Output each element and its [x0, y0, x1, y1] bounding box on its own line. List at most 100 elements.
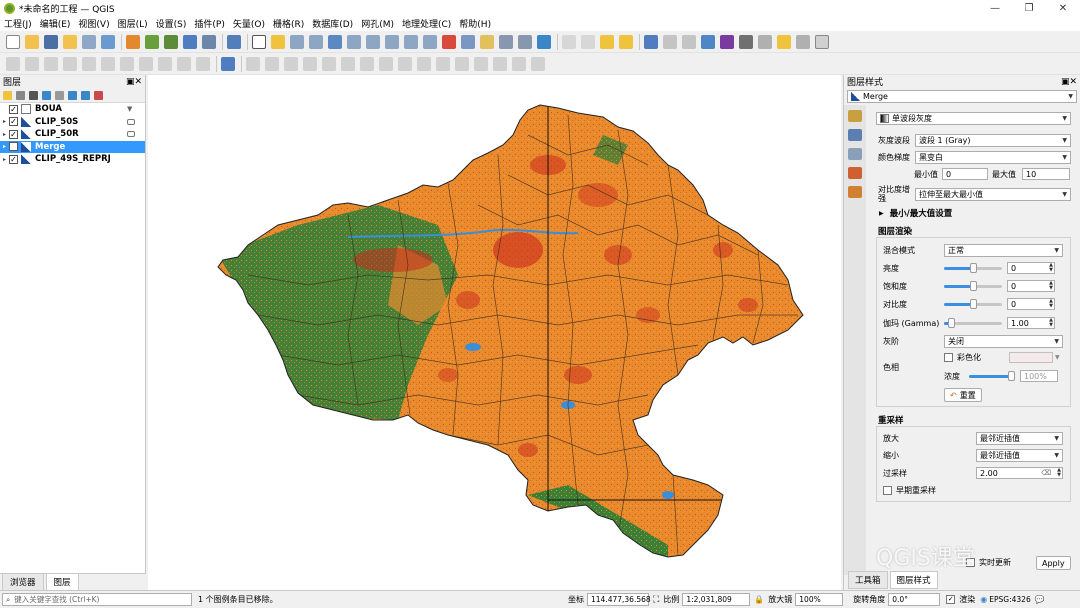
expander-icon[interactable]: ▸ — [0, 143, 9, 150]
filter-indicator-icon[interactable]: ▼ — [127, 105, 135, 113]
manage-visibility-icon[interactable] — [29, 90, 38, 100]
rotation-input[interactable]: 0.0° — [888, 593, 941, 606]
renderer-combo[interactable]: 单波段灰度 ▼ — [876, 112, 1071, 125]
digitize-icon[interactable] — [227, 34, 241, 49]
layer-item-boua[interactable]: ✓ BOUA ▼ — [0, 103, 145, 116]
map-render[interactable] — [148, 75, 841, 590]
layer-item-merge[interactable]: ▸ ✓ Merge — [0, 140, 145, 153]
oversampling-input[interactable]: 2.00 ⌫ ▲ ▼ — [976, 467, 1063, 479]
strength-input[interactable]: 100% — [1020, 370, 1058, 382]
select-features-icon[interactable] — [581, 34, 595, 49]
menu-project[interactable]: 工程(J) — [4, 17, 32, 30]
layer-visibility-checkbox[interactable]: ✓ — [9, 117, 18, 127]
menu-database[interactable]: 数据库(D) — [312, 17, 353, 30]
save-as-icon[interactable] — [63, 34, 77, 49]
deselect-icon[interactable] — [619, 34, 633, 49]
vertex-tool-icon[interactable] — [82, 56, 96, 71]
new-map-view-icon[interactable] — [442, 34, 456, 49]
collapse-all-icon[interactable] — [81, 90, 90, 100]
remove-layer-icon[interactable] — [94, 90, 103, 100]
add-csv-layer-icon[interactable] — [183, 34, 197, 49]
clear-icon[interactable]: ⌫ — [1041, 469, 1051, 477]
add-group-icon[interactable] — [16, 90, 25, 100]
new-3d-view-icon[interactable] — [461, 34, 475, 49]
add-raster-layer-icon[interactable] — [164, 34, 178, 49]
layer-visibility-checkbox[interactable]: ✓ — [9, 154, 18, 164]
minimize-button[interactable]: — — [978, 0, 1012, 16]
label-tool-icon[interactable] — [531, 56, 545, 71]
brightness-slider[interactable] — [944, 262, 1002, 274]
settings-gear-icon[interactable] — [796, 34, 810, 49]
tab-browser[interactable]: 浏览器 — [2, 573, 44, 590]
delete-ring-icon[interactable] — [436, 56, 450, 71]
layer-visibility-checkbox[interactable]: ✓ — [9, 104, 18, 114]
field-calculator-icon[interactable] — [682, 34, 696, 49]
crs-globe-icon[interactable]: ◉ — [980, 595, 987, 604]
layer-item-clip-50s[interactable]: ▸ ✓ CLIP_50S — [0, 116, 145, 129]
layer-item-clip-50r[interactable]: ▸ ✓ CLIP_50R — [0, 128, 145, 141]
layer-selector-combo[interactable]: Merge ▼ — [847, 90, 1077, 103]
show-bookmarks-icon[interactable] — [499, 34, 513, 49]
processing-toolbox-icon[interactable] — [701, 34, 715, 49]
save-edits-icon[interactable] — [44, 56, 58, 71]
database-icon[interactable] — [221, 56, 235, 71]
layer-styling-icon[interactable] — [3, 90, 12, 100]
undo-icon[interactable] — [177, 56, 191, 71]
data-source-manager-icon[interactable] — [126, 34, 140, 49]
tab-layer-styling[interactable]: 图层样式 — [889, 571, 938, 589]
layer-item-clip-49s-reprj[interactable]: ▸ ✓ CLIP_49S_REPRJ — [0, 153, 145, 166]
blend-mode-combo[interactable]: 正常 ▼ — [944, 244, 1063, 257]
saturation-input[interactable]: 0 ▲ ▼ — [1007, 280, 1055, 292]
zoomin-combo[interactable]: 最邻近插值 ▼ — [976, 432, 1063, 445]
expander-icon[interactable]: ▸ — [0, 156, 9, 163]
open-project-icon[interactable] — [25, 34, 39, 49]
symbology-tab-icon[interactable] — [848, 110, 862, 122]
saturation-slider[interactable] — [944, 280, 1002, 292]
add-vector-layer-icon[interactable] — [145, 34, 159, 49]
pan-hand-icon[interactable] — [252, 34, 266, 49]
reset-button[interactable]: ↶ 重置 — [944, 388, 982, 402]
tab-toolbox[interactable]: 工具箱 — [848, 571, 888, 589]
messages-icon[interactable]: 💬 — [1035, 595, 1045, 604]
lock-scale-icon[interactable]: 🔒 — [754, 595, 764, 604]
maximize-button[interactable]: ❐ — [1012, 0, 1046, 16]
attribute-table-icon[interactable] — [663, 34, 677, 49]
zoomout-combo[interactable]: 最邻近插值 ▼ — [976, 449, 1063, 462]
expander-icon[interactable]: ▸ — [0, 118, 9, 125]
max-value-input[interactable]: 10 — [1022, 168, 1070, 180]
copy-features-icon[interactable] — [139, 56, 153, 71]
new-project-icon[interactable] — [6, 34, 20, 49]
render-checkbox[interactable]: ✓ — [946, 595, 956, 604]
digitize-curve-icon[interactable] — [246, 56, 260, 71]
min-value-input[interactable]: 0 — [942, 168, 988, 180]
tab-layers[interactable]: 图层 — [45, 573, 79, 590]
filter-legend-icon[interactable] — [42, 90, 51, 100]
zoom-in-icon[interactable] — [290, 34, 304, 49]
layer-visibility-checkbox[interactable]: ✓ — [9, 142, 18, 152]
close-button[interactable]: ✕ — [1046, 0, 1080, 16]
zoom-last-icon[interactable] — [404, 34, 418, 49]
panel-close-icon[interactable]: ▣✕ — [126, 77, 142, 87]
bookmark-icon[interactable] — [480, 34, 494, 49]
strength-slider[interactable] — [969, 370, 1015, 382]
menu-settings[interactable]: 设置(S) — [156, 17, 187, 30]
edits-icon[interactable] — [6, 56, 20, 71]
color-gradient-combo[interactable]: 黑变白 ▼ — [915, 151, 1071, 164]
map-tips-icon[interactable] — [758, 34, 772, 49]
identify-icon[interactable] — [562, 34, 576, 49]
colorize-color-button[interactable] — [1009, 352, 1053, 363]
menu-help[interactable]: 帮助(H) — [459, 17, 491, 30]
contrast-slider[interactable] — [944, 298, 1002, 310]
split-features-icon[interactable] — [303, 56, 317, 71]
history-tab-icon[interactable] — [848, 186, 862, 198]
menu-processing[interactable]: 地理处理(C) — [402, 17, 451, 30]
save-project-icon[interactable] — [44, 34, 58, 49]
grayscale-combo[interactable]: 关闭 ▼ — [944, 335, 1063, 348]
menu-mesh[interactable]: 网孔(M) — [361, 17, 394, 30]
embedded-indicator-icon[interactable] — [127, 118, 135, 125]
rendering-tab-icon[interactable] — [848, 167, 862, 179]
early-resample-checkbox[interactable] — [883, 486, 892, 495]
zoom-layer-icon[interactable] — [366, 34, 380, 49]
minmax-settings-toggle[interactable]: ▶ 最小/最大值设置 — [879, 207, 952, 219]
panel-close-icon[interactable]: ▣✕ — [1061, 77, 1077, 87]
